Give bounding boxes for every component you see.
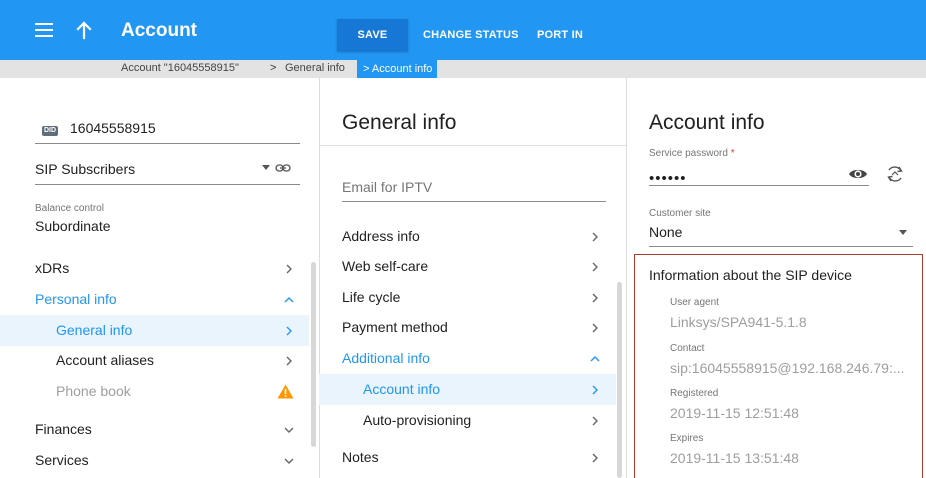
port-in-button[interactable]: PORT IN xyxy=(529,19,591,51)
chevron-right-icon xyxy=(592,453,598,463)
nav-item-label: General info xyxy=(56,322,133,338)
nav-item-label: Finances xyxy=(35,421,92,437)
chevron-right-icon xyxy=(286,356,292,366)
column-divider xyxy=(319,78,320,478)
nav-item-finances[interactable]: Finances xyxy=(35,414,300,445)
chevron-right-icon xyxy=(592,416,598,426)
sip-device-info-panel: Information about the SIP device User ag… xyxy=(634,254,923,478)
customer-site-select[interactable]: Customer site None xyxy=(649,205,913,247)
nav-item-label: Auto-provisioning xyxy=(363,412,472,428)
nav-item-label: Services xyxy=(35,452,89,468)
breadcrumb-account[interactable]: Account "16045558915" xyxy=(121,62,239,74)
breadcrumb-separator: > xyxy=(270,62,277,74)
email-iptv-field[interactable]: Email for IPTV xyxy=(342,171,606,202)
contact-label: Contact xyxy=(670,343,705,354)
eye-icon[interactable] xyxy=(848,166,868,182)
page-title: Account xyxy=(121,20,197,41)
chevron-right-icon xyxy=(286,264,292,274)
top-bar: Account SAVE CHANGE STATUS PORT IN xyxy=(0,0,926,60)
chevron-right-icon xyxy=(286,326,292,336)
nav-item-xdrs[interactable]: xDRs xyxy=(35,253,300,284)
balance-control-value: Subordinate xyxy=(35,218,111,234)
customer-site-value: None xyxy=(649,224,683,240)
email-iptv-placeholder: Email for IPTV xyxy=(342,179,433,195)
nav-item-payment-method[interactable]: Payment method xyxy=(342,312,606,343)
nav-item-label: Address info xyxy=(342,228,420,244)
hamburger-menu-icon[interactable] xyxy=(35,23,53,37)
expires-label: Expires xyxy=(670,433,704,444)
middle-scrollbar[interactable] xyxy=(617,282,622,478)
nav-item-label: Payment method xyxy=(342,319,448,335)
expires-value: 2019-11-15 13:51:48 xyxy=(670,450,799,466)
nav-item-label: Phone book xyxy=(56,383,131,399)
user-agent-label: User agent xyxy=(670,297,719,308)
required-mark: * xyxy=(730,148,735,159)
chevron-down-icon xyxy=(284,427,294,433)
breadcrumb-account-info[interactable]: > Account info xyxy=(357,60,438,78)
change-status-button[interactable]: CHANGE STATUS xyxy=(415,19,527,51)
nav-item-additional-info[interactable]: Additional info xyxy=(342,343,606,374)
breadcrumb-account-info-label: Account info xyxy=(371,63,433,75)
warning-icon xyxy=(277,384,294,399)
nav-item-label: Account info xyxy=(363,381,441,397)
field-underline xyxy=(649,185,869,186)
nav-item-personal-info[interactable]: Personal info xyxy=(35,284,300,315)
did-badge-icon: DID xyxy=(42,126,59,136)
nav-item-general-info[interactable]: General info xyxy=(0,315,309,346)
chevron-right-icon xyxy=(592,293,598,303)
chevron-up-icon xyxy=(284,297,294,303)
nav-item-services[interactable]: Services xyxy=(35,445,300,476)
nav-item-account-aliases[interactable]: Account aliases xyxy=(56,345,300,376)
nav-item-label: Personal info xyxy=(35,291,117,307)
chevron-right-icon xyxy=(592,262,598,272)
arrow-up-icon[interactable] xyxy=(74,20,94,40)
account-info-title: Account info xyxy=(649,111,765,134)
general-info-title: General info xyxy=(342,111,457,134)
did-number-field[interactable]: DID 16045558915 xyxy=(35,110,300,144)
chevron-up-icon xyxy=(590,356,600,362)
nav-item-label: Notes xyxy=(342,449,379,465)
chevron-right-icon xyxy=(592,323,598,333)
chevron-right-icon xyxy=(592,232,598,242)
breadcrumb: Account "16045558915" > General info > A… xyxy=(0,60,926,78)
nav-item-label: Account aliases xyxy=(56,352,155,368)
chevron-down-icon xyxy=(284,458,294,464)
nav-item-auto-provisioning[interactable]: Auto-provisioning xyxy=(363,405,606,436)
did-number-value: 16045558915 xyxy=(70,120,156,136)
chevron-down-icon xyxy=(262,165,270,170)
nav-item-notes[interactable]: Notes xyxy=(342,442,606,473)
registered-value: 2019-11-15 12:51:48 xyxy=(670,405,799,421)
service-password-label: Service password * xyxy=(649,148,735,159)
nav-item-label: Life cycle xyxy=(342,289,401,305)
service-password-label-text: Service password xyxy=(649,148,728,159)
link-icon[interactable] xyxy=(275,161,291,175)
user-agent-value: Linksys/SPA941-5.1.8 xyxy=(670,314,807,330)
nav-item-label: xDRs xyxy=(35,260,70,276)
breadcrumb-separator: > xyxy=(363,63,370,75)
section-divider xyxy=(319,145,626,146)
sip-device-heading: Information about the SIP device xyxy=(649,267,852,283)
product-select-value: SIP Subscribers xyxy=(35,161,136,177)
nav-item-account-info[interactable]: Account info xyxy=(319,374,616,405)
nav-item-phone-book[interactable]: Phone book xyxy=(56,376,300,407)
nav-item-label: Web self-care xyxy=(342,258,429,274)
breadcrumb-general-info[interactable]: General info xyxy=(285,62,345,74)
nav-item-label: Additional info xyxy=(342,350,430,366)
balance-control-label: Balance control xyxy=(35,203,104,214)
generate-password-icon[interactable] xyxy=(885,164,905,184)
nav-item-address-info[interactable]: Address info xyxy=(342,221,606,252)
customer-site-label: Customer site xyxy=(649,208,711,219)
save-button[interactable]: SAVE xyxy=(337,19,408,51)
nav-item-web-self-care[interactable]: Web self-care xyxy=(342,251,606,282)
service-password-field[interactable]: Service password * •••••• xyxy=(649,148,914,188)
column-divider xyxy=(626,78,627,478)
product-select[interactable]: SIP Subscribers xyxy=(35,159,300,185)
contact-value: sip:16045558915@192.168.246.79:... xyxy=(670,360,905,376)
chevron-right-icon xyxy=(592,385,598,395)
left-scrollbar[interactable] xyxy=(311,262,316,447)
nav-item-life-cycle[interactable]: Life cycle xyxy=(342,282,606,313)
registered-label: Registered xyxy=(670,388,719,399)
chevron-down-icon xyxy=(899,230,907,235)
